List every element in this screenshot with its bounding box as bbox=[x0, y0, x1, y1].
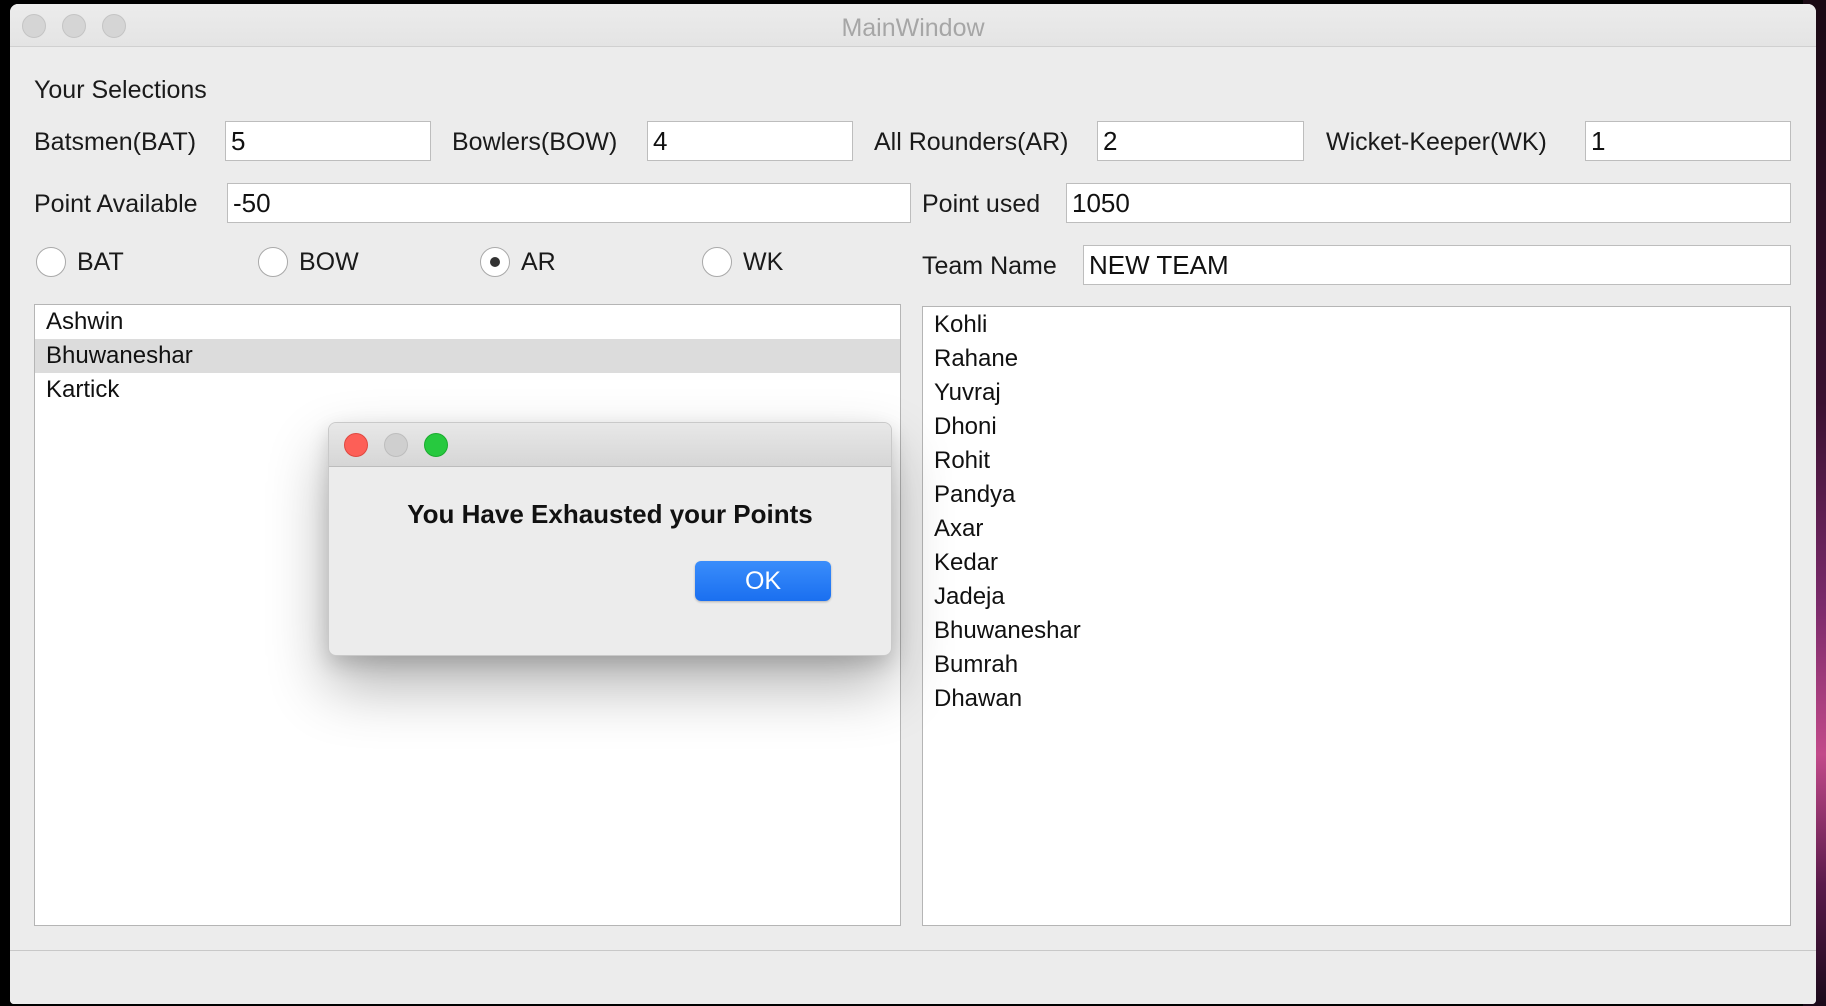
list-item[interactable]: Bhuwaneshar bbox=[35, 339, 900, 373]
dialog-close-icon[interactable] bbox=[344, 433, 368, 457]
list-item[interactable]: Dhoni bbox=[923, 410, 1790, 444]
list-item[interactable]: Bumrah bbox=[923, 648, 1790, 682]
status-bar bbox=[10, 950, 1816, 1004]
points-used-label: Point used bbox=[922, 190, 1041, 218]
points-available-label: Point Available bbox=[34, 190, 198, 218]
dialog-minimize-icon bbox=[384, 433, 408, 457]
dialog-message: You Have Exhausted your Points bbox=[407, 499, 813, 529]
list-item[interactable]: Bhuwaneshar bbox=[923, 614, 1790, 648]
radio-ar-button[interactable] bbox=[480, 247, 510, 277]
list-item[interactable]: Axar bbox=[923, 512, 1790, 546]
allrounders-label: All Rounders(AR) bbox=[874, 128, 1069, 156]
list-item[interactable]: Jadeja bbox=[923, 580, 1790, 614]
bowlers-field[interactable]: 4 bbox=[647, 121, 853, 161]
list-item[interactable]: Dhawan bbox=[923, 682, 1790, 716]
points-used-field[interactable]: 1050 bbox=[1066, 183, 1791, 223]
wicketkeeper-label: Wicket-Keeper(WK) bbox=[1326, 128, 1547, 156]
dialog-title-bar[interactable] bbox=[329, 423, 891, 467]
radio-bow-button[interactable] bbox=[258, 247, 288, 277]
list-item[interactable]: Kartick bbox=[35, 373, 900, 407]
list-item[interactable]: Pandya bbox=[923, 478, 1790, 512]
radio-wk-label: WK bbox=[743, 247, 784, 276]
points-available-field[interactable]: -50 bbox=[227, 183, 911, 223]
ok-button[interactable]: OK bbox=[695, 561, 831, 601]
list-item[interactable]: Ashwin bbox=[35, 305, 900, 339]
window-title: MainWindow bbox=[841, 14, 985, 42]
main-window: MainWindow Your Selections Batsmen(BAT) … bbox=[10, 4, 1816, 1004]
allrounders-field[interactable]: 2 bbox=[1097, 121, 1304, 161]
list-item[interactable]: Rahane bbox=[923, 342, 1790, 376]
radio-bat-label: BAT bbox=[77, 247, 124, 276]
batsmen-field[interactable]: 5 bbox=[225, 121, 431, 161]
title-bar[interactable]: MainWindow bbox=[10, 4, 1816, 47]
radio-bow-label: BOW bbox=[299, 247, 359, 276]
radio-bat[interactable]: BAT bbox=[36, 247, 124, 277]
list-item[interactable]: Rohit bbox=[923, 444, 1790, 478]
radio-ar-label: AR bbox=[521, 247, 556, 276]
radio-bat-button[interactable] bbox=[36, 247, 66, 277]
selections-heading: Your Selections bbox=[34, 76, 207, 104]
dialog-zoom-icon[interactable] bbox=[424, 433, 448, 457]
team-players-list[interactable]: Kohli Rahane Yuvraj Dhoni Rohit Pandya A… bbox=[922, 306, 1791, 926]
batsmen-label: Batsmen(BAT) bbox=[34, 128, 197, 156]
list-item[interactable]: Yuvraj bbox=[923, 376, 1790, 410]
team-name-field[interactable]: NEW TEAM bbox=[1083, 245, 1791, 285]
bowlers-label: Bowlers(BOW) bbox=[452, 128, 618, 156]
radio-ar[interactable]: AR bbox=[480, 247, 556, 277]
list-item[interactable]: Kedar bbox=[923, 546, 1790, 580]
radio-wk-button[interactable] bbox=[702, 247, 732, 277]
list-item[interactable]: Kohli bbox=[923, 308, 1790, 342]
wicketkeeper-field[interactable]: 1 bbox=[1585, 121, 1791, 161]
radio-wk[interactable]: WK bbox=[702, 247, 783, 277]
radio-bow[interactable]: BOW bbox=[258, 247, 359, 277]
alert-dialog: You Have Exhausted your Points OK bbox=[328, 422, 892, 656]
team-name-label: Team Name bbox=[922, 252, 1057, 280]
